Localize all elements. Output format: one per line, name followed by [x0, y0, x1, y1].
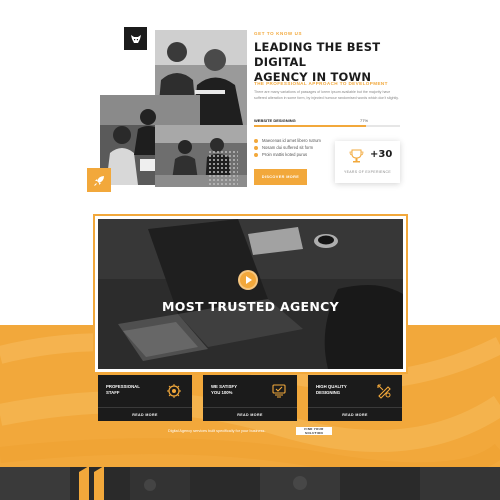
list-item: Maecenas id amet libero rutrum [254, 137, 321, 144]
rocket-icon [87, 168, 111, 192]
skill-label: WEBSITE DESIGNING [254, 118, 296, 123]
feature-bullet-list: Maecenas id amet libero rutrum Nosam dui… [254, 137, 321, 158]
feature-title: WE SATISFY YOU 100% [211, 384, 237, 395]
quote-icon [79, 466, 104, 500]
bullet-dot-icon [254, 152, 258, 157]
hero-video-section [98, 219, 403, 369]
section-eyebrow: GET TO KNOW US [254, 31, 303, 36]
design-tools-icon [377, 384, 391, 399]
read-more-button[interactable]: READ MORE [308, 408, 402, 421]
trophy-puzzle-icon [349, 149, 364, 163]
feature-card-satisfy: WE SATISFY YOU 100% READ MORE [203, 375, 297, 421]
about-section: GET TO KNOW US LEADING THE BEST DIGITAL … [0, 0, 500, 215]
discover-more-button[interactable]: DISCOVER MORE [254, 169, 307, 185]
skill-progress-fill [254, 125, 367, 127]
bull-logo-icon [124, 27, 147, 50]
skill-percent: 77% [360, 118, 369, 123]
subheading: THE PROFESSIONAL APPROACH TO DEVELOPMENT [254, 81, 388, 86]
about-paragraph: There are many variations of passages of… [254, 90, 399, 100]
feature-title: PROFESSIONAL STAFF [106, 384, 140, 395]
list-item: Nosam dui suffered sit form [254, 144, 321, 151]
headline-line-1: LEADING THE BEST DIGITAL [254, 40, 381, 69]
bullet-dot-icon [254, 138, 258, 143]
read-more-button[interactable]: READ MORE [203, 408, 297, 421]
list-item: Proin mattis koted purus [254, 151, 321, 158]
feature-card-high-quality: HIGH QUALITY DESIGNING READ MORE [308, 375, 402, 421]
bullet-dot-icon [254, 145, 258, 150]
experience-card: +30 YEARS OF EXPERIENCE [335, 141, 400, 183]
hero-title: MOST TRUSTED AGENCY [162, 299, 339, 314]
find-solution-button[interactable]: FIND YOUR SOLUTION [296, 427, 332, 435]
skill-progress-bar [254, 125, 400, 127]
play-button[interactable] [238, 270, 258, 290]
satisfaction-icon [272, 384, 286, 398]
feature-title: HIGH QUALITY DESIGNING [316, 384, 347, 395]
feature-card-professional-staff: PROFESSIONAL STAFF READ MORE [98, 375, 192, 421]
team-gear-icon [167, 384, 181, 398]
dot-pattern [208, 150, 238, 186]
experience-label: YEARS OF EXPERIENCE [344, 170, 391, 174]
page-title: LEADING THE BEST DIGITAL AGENCY IN TOWN [254, 40, 434, 85]
experience-number: +30 [370, 149, 393, 160]
read-more-button[interactable]: READ MORE [98, 408, 192, 421]
cta-text: Digital Agency services built specifical… [168, 429, 266, 433]
play-icon [246, 276, 252, 284]
testimonial-strip [0, 467, 500, 500]
